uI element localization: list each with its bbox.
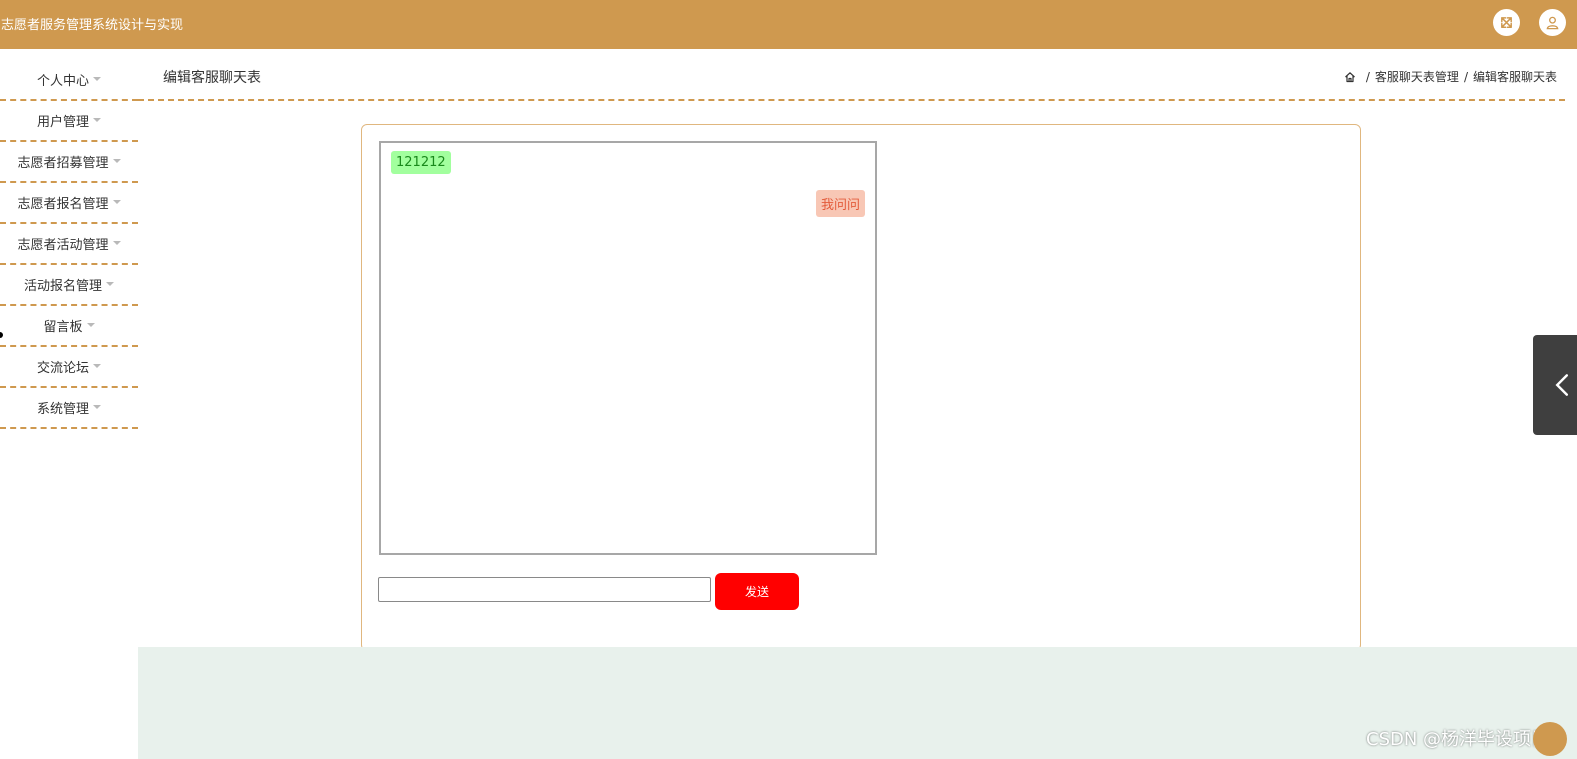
sidebar-item-activity-signup[interactable]: 活动报名管理 (0, 265, 138, 306)
chat-message-sent: 我问问 (815, 190, 865, 217)
sidebar-item-system-management[interactable]: 系统管理 (0, 388, 138, 429)
sidebar-item-volunteer-activities[interactable]: 志愿者活动管理 (0, 224, 138, 265)
fullscreen-button[interactable] (1493, 9, 1520, 36)
sidebar-item-label: 用户管理 (36, 115, 89, 130)
page-title: 编辑客服聊天表 (163, 70, 261, 86)
caret-down-icon (106, 281, 114, 286)
sidebar-item-label: 留言板 (43, 320, 83, 335)
collapse-side-panel-tab[interactable] (1533, 335, 1577, 435)
caret-down-icon (112, 240, 121, 245)
sidebar-item-label: 志愿者报名管理 (17, 197, 109, 212)
caret-down-icon (112, 158, 121, 163)
sidebar-item-personal-center[interactable]: 个人中心 (0, 60, 138, 101)
sidebar-item-label: 系统管理 (36, 402, 89, 417)
sidebar-item-label: 志愿者活动管理 (17, 238, 109, 253)
sidebar-item-message-board[interactable]: 留言板 (0, 306, 138, 347)
user-icon (1546, 16, 1559, 30)
sidebar-menu: 个人中心 用户管理 志愿者招募管理 志愿者报名管理 志愿者活动管理 活动报名管理… (0, 60, 138, 429)
breadcrumb-item-chat-management[interactable]: 客服聊天表管理 (1375, 68, 1459, 85)
caret-down-icon (93, 117, 101, 122)
breadcrumb-separator: / (1365, 69, 1370, 84)
breadcrumb: / 客服聊天表管理 / 编辑客服聊天表 (1344, 68, 1557, 85)
breadcrumb-item-current: 编辑客服聊天表 (1472, 70, 1557, 84)
caret-down-icon (112, 199, 121, 204)
home-icon[interactable] (1344, 71, 1356, 83)
chat-message-input[interactable] (378, 577, 711, 602)
fullscreen-icon (1501, 17, 1512, 28)
chat-message-area[interactable]: 121212 我问问 (379, 141, 877, 555)
caret-down-icon (93, 76, 101, 81)
watermark: CSDN @杨洋毕设项目 (1366, 729, 1550, 750)
sidebar-item-forum[interactable]: 交流论坛 (0, 347, 138, 388)
chevron-left-icon (1555, 374, 1568, 396)
user-button[interactable] (1539, 9, 1566, 36)
caret-down-icon (93, 404, 101, 409)
sidebar-item-label: 活动报名管理 (23, 279, 102, 294)
breadcrumb-separator: / (1463, 69, 1468, 84)
sidebar-item-registration[interactable]: 志愿者报名管理 (0, 183, 138, 224)
floating-help-badge[interactable] (1533, 722, 1567, 756)
caret-down-icon (93, 363, 101, 368)
footer-area (138, 647, 1577, 759)
send-button[interactable]: 发送 (715, 573, 799, 610)
chat-message-received: 121212 (391, 151, 451, 174)
chat-form-panel: 121212 我问问 发送 (361, 124, 1361, 651)
page-title-bar: 编辑客服聊天表 / 客服聊天表管理 / 编辑客服聊天表 (138, 49, 1565, 101)
sidebar-item-user-management[interactable]: 用户管理 (0, 101, 138, 142)
app-title: 志愿者服务管理系统设计与实现 (1, 18, 184, 33)
top-header: 志愿者服务管理系统设计与实现 (0, 0, 1577, 49)
caret-down-icon (86, 322, 95, 327)
sidebar-item-label: 志愿者招募管理 (17, 156, 109, 171)
sidebar-item-label: 交流论坛 (36, 361, 89, 376)
sidebar-item-label: 个人中心 (36, 74, 89, 89)
sidebar-item-recruitment[interactable]: 志愿者招募管理 (0, 142, 138, 183)
